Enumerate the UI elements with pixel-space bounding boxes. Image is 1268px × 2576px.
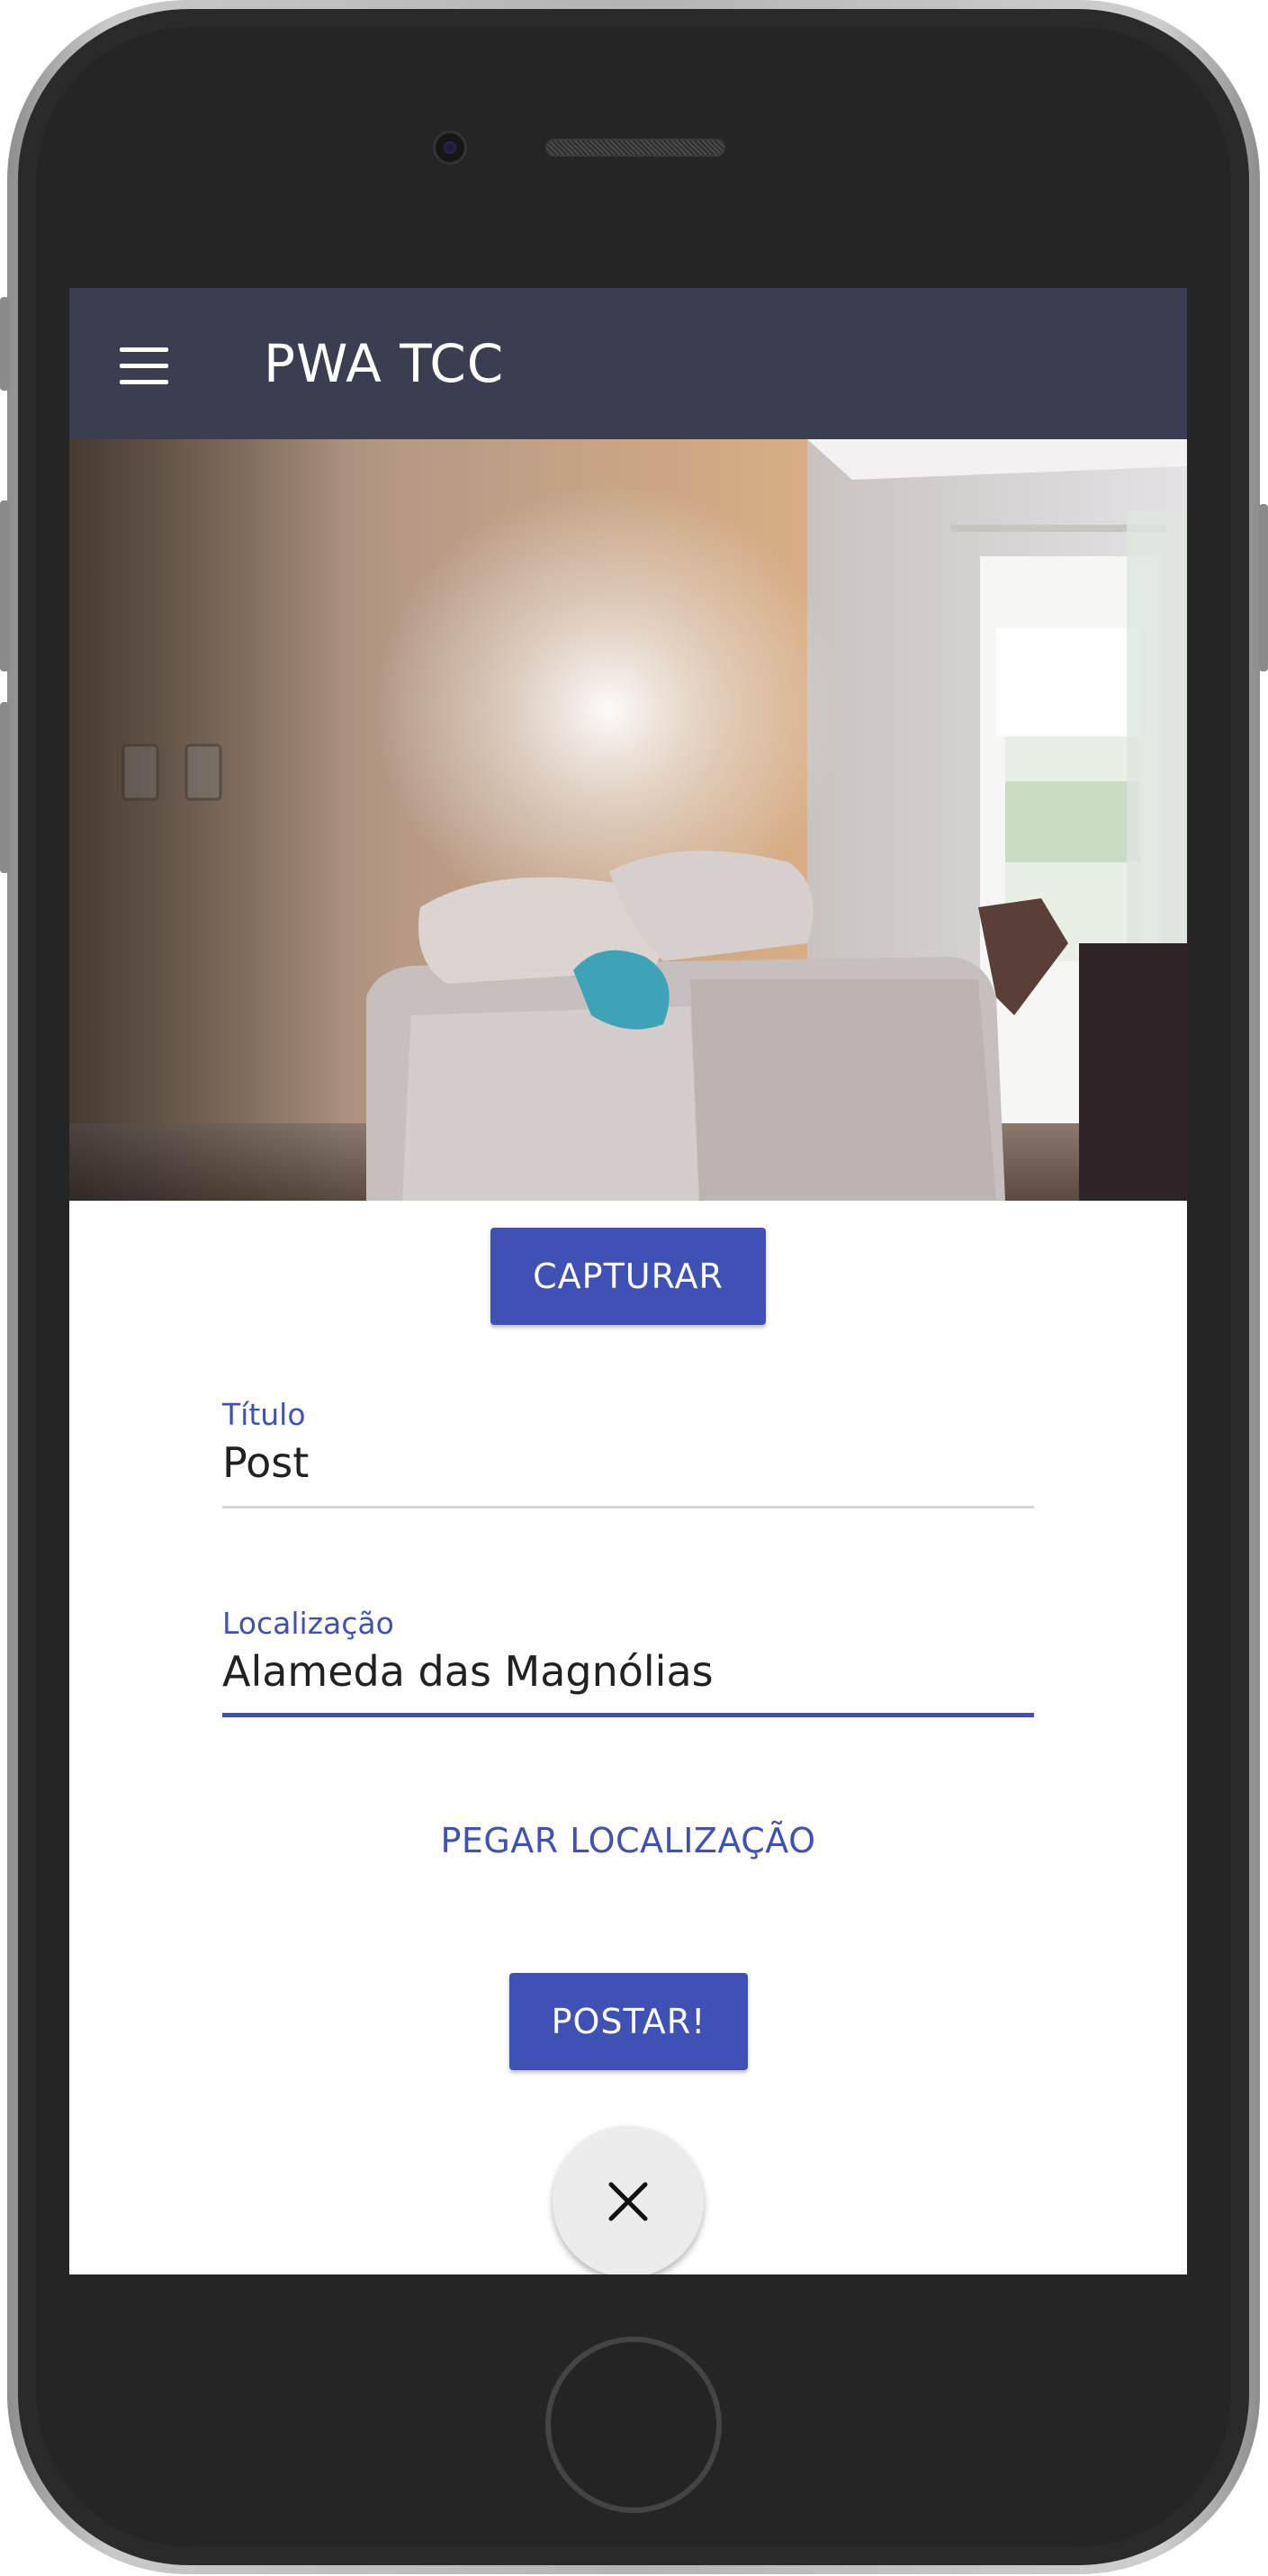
location-field[interactable]: Localização Alameda das Magnólias [222, 1606, 1034, 1717]
phone-power-button [1259, 504, 1268, 671]
title-field-underline [222, 1506, 1034, 1509]
title-field[interactable]: Título Post [222, 1397, 1034, 1509]
camera-preview [69, 439, 1187, 1201]
close-button[interactable] [553, 2126, 704, 2274]
app-screen: PWA TCC CAPTURAR Título Post Localização… [69, 288, 1187, 2274]
title-field-label: Título [222, 1397, 306, 1432]
phone-home-button [545, 2337, 722, 2513]
hamburger-menu-icon[interactable] [120, 347, 168, 384]
phone-volume-up-button [0, 500, 9, 671]
close-icon [608, 2182, 648, 2221]
get-location-button[interactable]: PEGAR LOCALIZAÇÃO [393, 1809, 863, 1872]
phone-mute-switch [0, 297, 9, 391]
app-toolbar: PWA TCC [69, 288, 1187, 439]
earpiece-speaker [545, 139, 725, 157]
camera-preview-image [69, 439, 1187, 1201]
location-field-label: Localização [222, 1606, 394, 1641]
location-field-underline [222, 1713, 1034, 1717]
phone-volume-down-button [0, 702, 9, 873]
location-input[interactable]: Alameda das Magnólias [222, 1647, 714, 1696]
title-input[interactable]: Post [222, 1438, 309, 1487]
capture-button[interactable]: CAPTURAR [490, 1228, 766, 1325]
front-camera [433, 131, 467, 165]
post-button[interactable]: POSTAR! [509, 1973, 748, 2070]
toolbar-title: PWA TCC [264, 333, 505, 394]
